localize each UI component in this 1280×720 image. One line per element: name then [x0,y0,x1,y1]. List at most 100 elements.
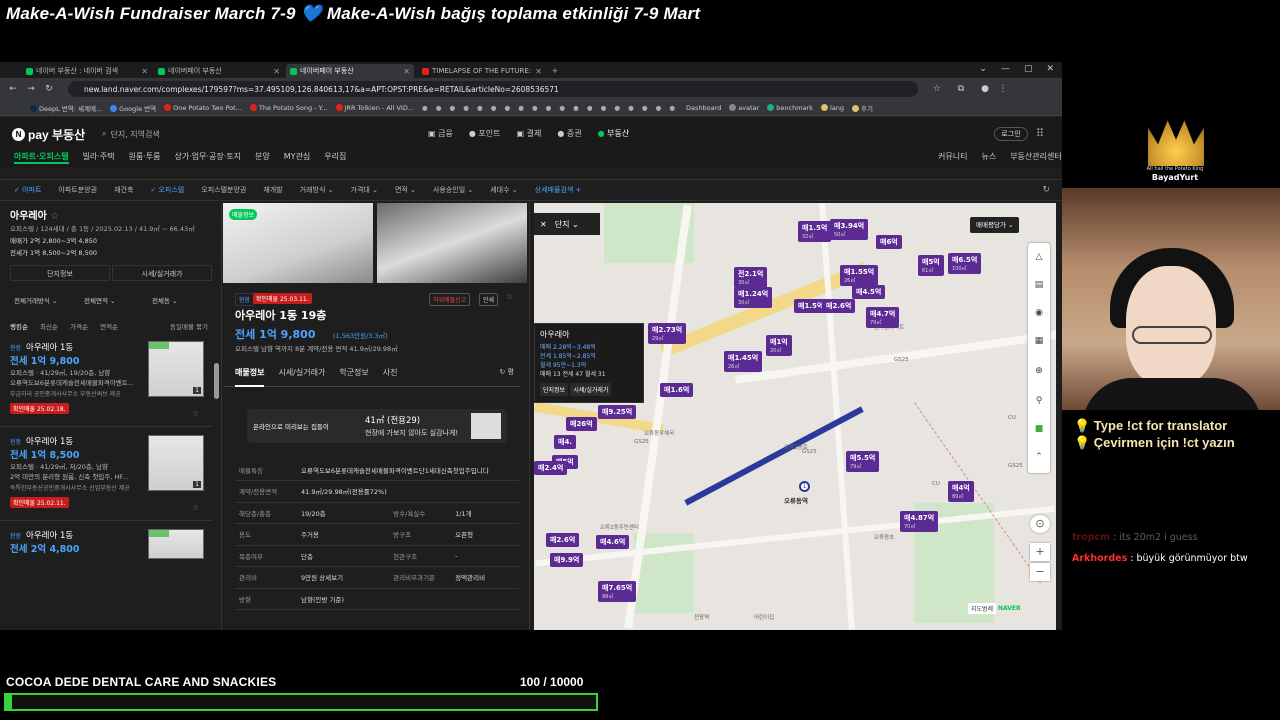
map-tool-icon[interactable]: ⊕ [1028,355,1050,387]
listing-photo[interactable]: 매물정보 [223,203,373,283]
map-price-marker[interactable]: 매1.6억 [660,383,694,397]
extensions-icon[interactable]: ⧉ [952,84,970,94]
map-price-marker[interactable]: 매4.5억 [852,285,886,299]
map-price-marker[interactable]: 매9.9억 [550,553,584,567]
price-history-button[interactable]: 시세/실거래가 [112,265,212,281]
map-view[interactable]: 1 오류동역 GS25 GS25 CU GS25 CU GS25 한가람아파트 … [534,203,1056,630]
map-price-marker[interactable]: 전2.1억 30㎡ [734,267,768,288]
tab-search-icon[interactable]: ⌄ [979,64,987,74]
map-mode-dropdown[interactable]: 단지 ⌄ [555,219,579,230]
category-tab-ourhome[interactable]: 우리집 [324,151,346,164]
map-price-marker[interactable]: 매4억 89㎡ [948,481,974,502]
complex-info-button[interactable]: 단지정보 [10,265,110,281]
bookmark-item[interactable]: DeepL 번역: 세계에... [30,103,102,113]
chevron-up-icon[interactable]: ⌃ [1028,443,1050,471]
sort-price[interactable]: 가격순 [70,323,88,331]
maximize-icon[interactable]: ▢ [1024,64,1033,74]
agent-center-link[interactable]: 부동산관리센터 [1010,151,1062,162]
category-tab-apartment-officetel[interactable]: 아파트·오피스텔 [14,151,69,164]
virtual-tour-banner[interactable]: 온라인으로 미리보는 집들이 41㎡ (전용29) 현장에 가보지 않아도 실감… [247,409,507,443]
map-price-marker[interactable]: 매4.6억 [596,535,630,549]
map-price-marker[interactable]: 매5억 61㎡ [918,255,944,276]
map-price-marker[interactable]: 매7.65억 98㎡ [598,581,637,602]
minimize-icon[interactable]: — [1001,64,1010,74]
map-price-marker[interactable]: 매9.25억 [598,405,637,419]
sort-area[interactable]: 면적순 [100,323,118,331]
filter-price[interactable]: 가격대 ⌄ [351,185,378,195]
close-icon[interactable]: ✕ [141,67,148,76]
reset-filter-icon[interactable]: ↻ [1042,185,1050,195]
map-price-marker[interactable]: 매2.6억 [822,299,856,313]
listing-photo[interactable] [377,203,527,283]
map-location-pin-icon[interactable]: ⚲ [1028,387,1050,415]
map-price-marker[interactable]: 매5.5억 79㎡ [846,451,880,472]
map-tool-icon[interactable]: ■ [1028,415,1050,443]
category-tab-oneroom[interactable]: 원룸·투룸 [129,151,161,164]
close-icon[interactable]: ✕ [540,220,547,229]
forward-icon[interactable]: → [22,84,40,94]
filter-households[interactable]: 세대수 ⌄ [490,185,517,195]
popup-price-history-button[interactable]: 시세/실거래가 [570,383,612,396]
map-price-marker[interactable]: 매3.94억 50㎡ [830,219,869,240]
listing-item[interactable]: 현장 아우레아 1동 전세 2억 4,800 [0,523,212,615]
sort-latest[interactable]: 최신순 [40,323,58,331]
tab-listing-info[interactable]: 매물정보 [235,367,265,387]
filter-redevelopment[interactable]: 재개발 [263,185,282,195]
category-tab-villa[interactable]: 빌라·주택 [83,151,115,164]
map-price-marker[interactable]: 매1억 20㎡ [766,335,792,356]
favorite-star-icon[interactable]: ☆ [192,409,199,418]
map-price-marker[interactable]: 매1.55억 26㎡ [840,265,879,286]
map-price-marker[interactable]: 매2.73억 29㎡ [648,323,687,344]
reload-icon[interactable]: ↻ [40,84,58,94]
bookmark-item[interactable]: avatar [729,104,759,112]
filter-apt-presale[interactable]: 아파트분양권 [58,185,97,195]
listing-item[interactable]: 현장 아우레아 1동 전세 1억 9,800 오피스텔 · 41/29㎡, 19… [0,335,212,427]
url-field[interactable]: new.land.naver.com/complexes/179597?ms=3… [68,81,918,97]
news-link[interactable]: 뉴스 [981,151,996,162]
listing-thumbnail[interactable]: 1 [148,435,204,491]
map-price-marker[interactable]: 매4.7억 79㎡ [866,307,900,328]
list-scrollbar[interactable] [214,363,219,399]
category-tab-my[interactable]: MY관심 [284,151,311,164]
search-input[interactable]: ⌕ 단지, 지역검색 [102,127,252,141]
map-price-marker[interactable]: 매6.5억 100㎡ [948,253,982,274]
service-stock[interactable]: ● 증권 [557,128,581,139]
new-tab-button[interactable]: + [548,64,562,78]
map-tool-icon[interactable]: ◉ [1028,299,1050,327]
favorite-star-icon[interactable]: ☆ [192,503,199,512]
map-tool-icon[interactable]: ▦ [1028,327,1050,355]
bookmark-folder[interactable]: lang [821,104,844,112]
listing-thumbnail[interactable]: 1 [148,341,204,397]
service-finance[interactable]: ▣ 금융 [428,128,453,139]
back-icon[interactable]: ← [4,84,22,94]
tab-photos[interactable]: 사진 [383,367,398,386]
filter-reconstruction[interactable]: 재건축 [114,185,133,195]
filter-approval-date[interactable]: 사용승인일 ⌄ [433,185,473,195]
tab-school-info[interactable]: 학군정보 [339,367,368,386]
group-same-toggle[interactable]: 동일매물 묶기 [170,321,208,331]
browser-tab[interactable]: TIMELAPSE OF THE FUTURE: A ✕ [418,64,546,78]
map-price-marker[interactable]: 매6억 [876,235,902,249]
bookmark-folder[interactable]: 후기 [852,103,873,113]
area-dropdown[interactable]: 전체면적 ⌄ [84,295,115,305]
complex-popup[interactable]: 아우레아 매매 2.28억~3.48억 전세 1.85억~2.85억 월세 95… [534,323,644,403]
menu-icon[interactable]: ⋮ [994,84,1012,94]
area-unit-toggle[interactable]: ↻ 평 [499,367,514,386]
map-tool-icon[interactable]: ▤ [1028,271,1050,299]
map-tool-icon[interactable]: △ [1028,243,1050,271]
building-dropdown[interactable]: 전체동 ⌄ [152,295,177,305]
map-price-marker[interactable]: 매2.6억 [546,533,580,547]
bookmark-star-icon[interactable]: ☆ [928,84,946,94]
bookmark-item[interactable]: One Potato Two Pot... [164,104,242,112]
bookmark-item[interactable]: Dashboard [686,104,721,112]
popup-complex-info-button[interactable]: 단지정보 [540,383,569,396]
bookmark-icons-group[interactable]: ● ● ● ● ● ● ● ● ● ● ● ● ● ● ● ● ● ● ● [422,104,678,112]
map-price-marker[interactable]: 매26억 [566,417,597,431]
map-price-marker[interactable]: 매1.45억 26㎡ [724,351,763,372]
bookmark-item[interactable]: benchmark [767,104,813,112]
category-tab-presale[interactable]: 분양 [255,151,270,164]
zoom-out-button[interactable]: − [1030,563,1050,581]
close-window-icon[interactable]: ✕ [1046,64,1054,74]
bookmark-item[interactable]: JRR Tolkien - All VID... [335,104,414,112]
listing-item[interactable]: 현장 아우레아 1동 전세 1억 8,500 오피스텔 · 41/29㎡, 저/… [0,429,212,521]
